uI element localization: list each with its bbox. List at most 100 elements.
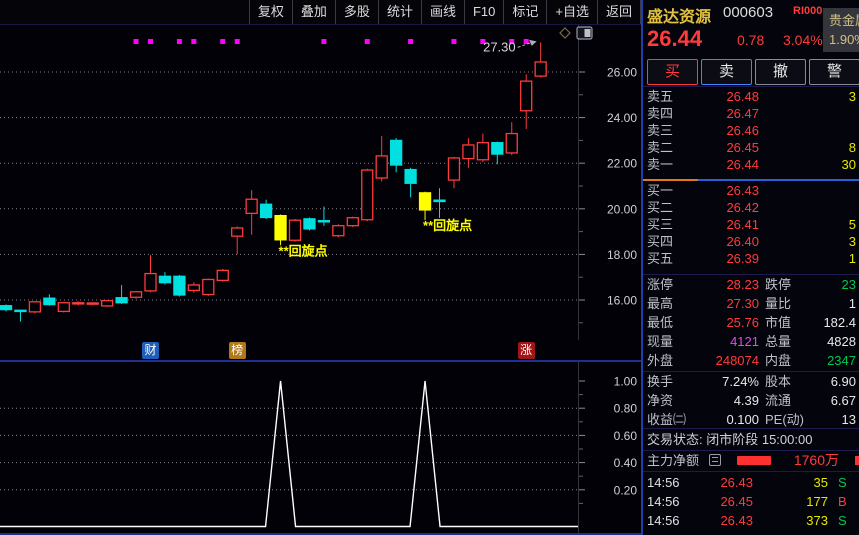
event-marker-财[interactable]: 财 [142,342,159,359]
chart-panel-toggle-icon[interactable] [576,26,593,40]
candle [274,214,287,241]
candle [216,269,229,282]
tick-time: 14:56 [647,531,680,535]
ask-row[interactable]: 卖一 26.44 30 [643,156,859,173]
ask-row[interactable]: 卖二 26.45 8 [643,139,859,156]
toolbar-button-叠加[interactable]: 叠加 [291,0,335,24]
candle [245,198,258,215]
bid-row[interactable]: 买二 26.42 [643,199,859,216]
event-marker-涨[interactable]: 涨 [517,342,535,359]
toolbar-buttons: 复权 叠加 多股 统计 画线 F10 标记 +自选 返回 [248,0,641,24]
tick-row: 14:56 26.43 35 S [643,474,859,491]
divider [643,450,859,451]
tick-side: S [838,513,847,528]
ask-volume: 3 [848,89,856,104]
stock-code: 000603 [723,4,774,21]
quote-panel: 盛达资源 000603 RI000 26.44 0.78 3.04% 贵金属 1… [643,0,859,535]
capital-bar-clipped [855,456,859,465]
stat-row: 收益㈡ 0.100 PE(动) 13 [643,411,859,428]
stat-label: 流通 [765,393,792,408]
candle [259,203,273,219]
candlestick-chart[interactable]: 26.00 24.00 22.00 20.00 18.00 16.00 **回旋点 **回旋点… [0,25,643,340]
candle [43,297,56,306]
divider [643,86,859,87]
indicator-chart[interactable]: 1.00 0.80 0.60 0.40 0.20 [0,362,643,535]
stock-trading-app: 复权 叠加 多股 统计 画线 F10 标记 +自选 返回 26.00 24.00 22.00 20.0… [0,0,859,535]
tick-side: B [838,494,847,509]
bid-row[interactable]: 买五 26.39 1 [643,250,859,267]
tick-side: B [838,531,847,535]
candle [0,305,13,311]
ask-row[interactable]: 卖四 26.47 [643,105,859,122]
divider [643,428,859,429]
candle [101,300,114,307]
bid-label: 买四 [647,234,674,249]
pivot-annotation: **回旋点 [423,218,472,233]
bid-row[interactable]: 买四 26.40 3 [643,233,859,250]
margin-tag: RI000 [793,5,823,17]
toolbar-button-复权[interactable]: 复权 [248,0,292,24]
candle [520,80,533,112]
stat-value: 27.30 [726,296,759,311]
candle [361,169,374,221]
svg-text:26.00: 26.00 [607,66,637,80]
ask-volume: 30 [841,157,856,172]
candle [505,132,518,154]
price-change: 0.78 [737,32,765,48]
tick-volume: 177 [806,494,828,509]
candle [187,284,201,292]
price-change-pct: 3.04% [783,32,823,48]
sector-quote[interactable]: 贵金属 1.90% [823,8,859,52]
sell-button[interactable]: 卖 [701,59,752,85]
bid-row[interactable]: 买一 26.43 [643,182,859,199]
stat-value: 4828 [827,334,856,349]
candle [57,302,70,313]
stat-label: 涨停 [647,277,674,292]
svg-text:0.20: 0.20 [614,483,638,497]
buy-button[interactable]: 买 [647,59,698,85]
cancel-order-button[interactable]: 撤 [755,59,806,85]
stat-value: 7.24% [722,374,759,389]
bid-price: 26.39 [726,251,759,266]
bid-price: 26.40 [726,234,759,249]
bid-ask-ratio-bar [643,179,698,181]
ask-row[interactable]: 卖五 26.48 3 [643,88,859,105]
svg-text:1.00: 1.00 [614,375,638,389]
ask-price: 26.45 [726,140,759,155]
toolbar-button-多股[interactable]: 多股 [334,0,378,24]
candle [375,155,388,179]
candle [72,302,85,305]
stat-value: 4.39 [733,393,759,408]
pivot-annotation: **回旋点 [279,243,328,258]
svg-text:16.00: 16.00 [607,294,637,308]
stock-name: 盛达资源 [647,9,712,26]
tick-row: 14:5626.43 299 B [643,531,859,535]
toolbar-button-返回[interactable]: 返回 [596,0,641,24]
candle [418,192,432,211]
ask-price: 26.47 [726,106,759,121]
toolbar-button-统计[interactable]: 统计 [377,0,421,24]
toolbar-button-画线[interactable]: 画线 [420,0,464,24]
bid-row[interactable]: 买三 26.41 5 [643,216,859,233]
main-capital-label: 主力净额 [647,453,700,468]
stat-label: 总量 [765,334,792,349]
toolbar-button-F10[interactable]: F10 [463,0,503,24]
divider [643,471,859,472]
stat-label: 最低 [647,315,674,330]
candles[interactable] [0,39,547,322]
tick-side: S [838,475,847,490]
alert-button[interactable]: 警 [809,59,859,85]
ask-row[interactable]: 卖三 26.46 [643,122,859,139]
candle [288,219,302,241]
toolbar-button-+自选[interactable]: +自选 [546,0,597,24]
high-price-label: 27.30 [483,39,516,54]
event-marker-榜[interactable]: 榜 [228,342,246,359]
toolbar-button-标记[interactable]: 标记 [503,0,546,24]
candle [404,168,417,184]
diamond-marker-icon[interactable] [559,27,571,39]
detail-list-icon[interactable] [709,454,721,466]
tick-price: 26.45 [720,494,753,509]
stat-value: 248074 [715,353,759,368]
chart-area: 26.00 24.00 22.00 20.00 18.00 16.00 **回旋点 **回旋点… [0,25,643,535]
signal-dot [148,39,153,44]
